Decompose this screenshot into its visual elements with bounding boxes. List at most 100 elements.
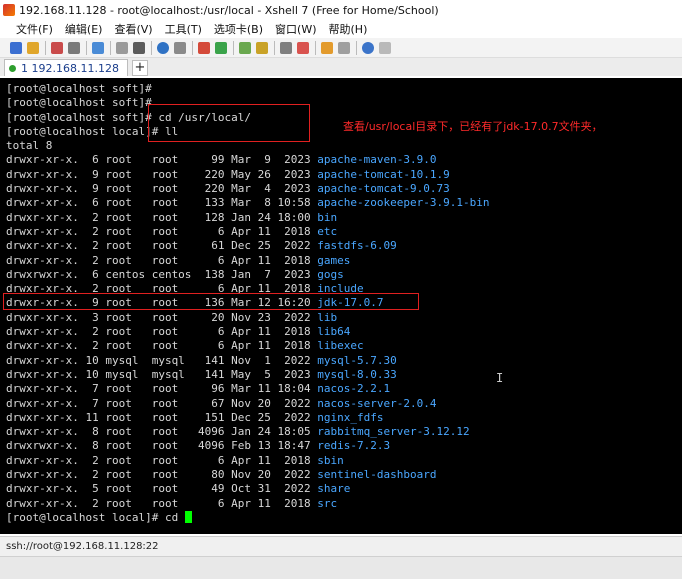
toolbar-divider xyxy=(233,40,234,55)
directory-name: mysql-5.7.30 xyxy=(317,353,397,367)
menu-file[interactable]: 文件(F) xyxy=(16,21,53,37)
color-scheme-icon[interactable] xyxy=(157,41,169,54)
final-prompt-line: [root@localhost local]# cd xyxy=(6,510,489,525)
menu-help[interactable]: 帮助(H) xyxy=(329,21,368,37)
listing-meta: drwxr-xr-x. 2 root root 6 Apr 11 2018 xyxy=(6,453,318,467)
chat-icon[interactable] xyxy=(379,41,391,54)
directory-name: rabbitmq_server-3.12.12 xyxy=(317,425,470,439)
listing-meta: drwxr-xr-x. 9 root root 220 May 26 2023 xyxy=(6,167,318,181)
listing-row: drwxr-xr-x. 2 root root 6 Apr 11 2018 sr… xyxy=(6,497,489,511)
xshell-app-icon xyxy=(3,4,15,16)
listing-meta: drwxr-xr-x. 2 root root 61 Dec 25 2022 xyxy=(6,239,318,253)
listing-meta: drwxrwxr-x. 8 root root 4096 Feb 13 18:4… xyxy=(6,439,318,453)
listing-row: drwxr-xr-x. 7 root root 96 Mar 11 18:04 … xyxy=(6,382,489,396)
xagent-icon[interactable] xyxy=(215,41,227,54)
directory-name: mysql-8.0.33 xyxy=(317,367,397,381)
reconnect-icon[interactable] xyxy=(51,41,63,54)
menu-tabs[interactable]: 选项卡(B) xyxy=(214,21,263,37)
listing-meta: drwxrwxr-x. 6 centos centos 138 Jan 7 20… xyxy=(6,267,318,281)
listing-row: drwxr-xr-x. 6 root root 99 Mar 9 2023 ap… xyxy=(6,153,489,167)
highlight-icon[interactable] xyxy=(297,41,309,54)
menu-view[interactable]: 查看(V) xyxy=(114,21,152,37)
window-icon[interactable] xyxy=(338,41,350,54)
listing-meta: drwxr-xr-x. 11 root root 151 Dec 25 2022 xyxy=(6,410,318,424)
status-bar: ssh://root@192.168.11.128:22 xyxy=(0,536,682,556)
directory-name: src xyxy=(317,496,338,510)
listing-row: drwxr-xr-x. 2 root root 80 Nov 20 2022 s… xyxy=(6,468,489,482)
directory-name: share xyxy=(317,482,351,496)
listing-meta: drwxr-xr-x. 8 root root 4096 Jan 24 18:0… xyxy=(6,425,318,439)
listing-row: drwxr-xr-x. 2 root root 61 Dec 25 2022 f… xyxy=(6,239,489,253)
tab-label: 1 192.168.11.128 xyxy=(21,61,119,75)
listing-row: drwxr-xr-x. 2 root root 6 Apr 11 2018 li… xyxy=(6,339,489,353)
directory-name: apache-tomcat-9.0.73 xyxy=(317,182,450,196)
fullscreen-icon[interactable] xyxy=(133,41,145,54)
directory-name: sbin xyxy=(317,453,344,467)
new-tab-button[interactable]: + xyxy=(131,60,148,76)
toolbar-divider xyxy=(45,40,46,55)
listing-row: drwxr-xr-x. 9 root root 220 Mar 4 2023 a… xyxy=(6,182,489,196)
listing-meta: drwxr-xr-x. 2 root root 80 Nov 20 2022 xyxy=(6,468,318,482)
directory-name: gogs xyxy=(317,267,344,281)
listing-meta: drwxr-xr-x. 2 root root 6 Apr 11 2018 xyxy=(6,224,318,238)
listing-row: drwxr-xr-x. 9 root root 220 May 26 2023 … xyxy=(6,168,489,182)
new-session-icon[interactable] xyxy=(10,41,22,54)
menu-edit[interactable]: 编辑(E) xyxy=(65,21,103,37)
listing-meta: drwxr-xr-x. 3 root root 20 Nov 23 2022 xyxy=(6,310,318,324)
script-icon[interactable] xyxy=(321,41,333,54)
toolbar-divider xyxy=(356,40,357,55)
annotation-box-jdk-row xyxy=(3,293,419,310)
menu-tools[interactable]: 工具(T) xyxy=(165,21,202,37)
listing-row: drwxr-xr-x. 2 root root 6 Apr 11 2018 ga… xyxy=(6,254,489,268)
listing-meta: drwxr-xr-x. 2 root root 6 Apr 11 2018 xyxy=(6,496,318,510)
toolbar-divider xyxy=(86,40,87,55)
open-folder-icon[interactable] xyxy=(27,41,39,54)
layout-icon[interactable] xyxy=(239,41,251,54)
help-icon[interactable] xyxy=(362,41,374,54)
toolbar-divider xyxy=(274,40,275,55)
listing-row: drwxrwxr-x. 8 root root 4096 Feb 13 18:4… xyxy=(6,439,489,453)
listing-row: drwxr-xr-x. 5 root root 49 Oct 31 2022 s… xyxy=(6,482,489,496)
toolbar xyxy=(0,38,682,58)
directory-name: lib xyxy=(317,310,338,324)
directory-name: nginx_fdfs xyxy=(317,410,384,424)
toolbar-divider xyxy=(151,40,152,55)
properties-icon[interactable] xyxy=(92,41,104,54)
listing-row: drwxr-xr-x. 11 root root 151 Dec 25 2022… xyxy=(6,411,489,425)
directory-name: games xyxy=(317,253,351,267)
disconnect-icon[interactable] xyxy=(68,41,80,54)
connected-status-icon xyxy=(9,64,16,72)
tab-bar: 1 192.168.11.128 + xyxy=(0,58,682,76)
annotation-box-command xyxy=(148,104,310,142)
directory-name: bin xyxy=(317,210,338,224)
listing-meta: drwxr-xr-x. 6 root root 99 Mar 9 2023 xyxy=(6,153,318,167)
toolbar-divider xyxy=(315,40,316,55)
listing-row: drwxr-xr-x. 2 root root 128 Jan 24 18:00… xyxy=(6,211,489,225)
listing-meta: drwxr-xr-x. 10 mysql mysql 141 Nov 1 202… xyxy=(6,353,318,367)
listing-meta: drwxr-xr-x. 2 root root 6 Apr 11 2018 xyxy=(6,325,318,339)
window-title: 192.168.11.128 - root@localhost:/usr/loc… xyxy=(19,3,439,17)
directory-name: lib64 xyxy=(317,325,351,339)
directory-name: redis-7.2.3 xyxy=(317,439,391,453)
listing-row: drwxr-xr-x. 10 mysql mysql 141 Nov 1 202… xyxy=(6,354,489,368)
listing-meta: drwxr-xr-x. 6 root root 133 Mar 8 10:58 xyxy=(6,196,318,210)
listing-meta: drwxr-xr-x. 7 root root 96 Mar 11 18:04 xyxy=(6,382,318,396)
listing-row: drwxr-xr-x. 10 mysql mysql 141 May 5 202… xyxy=(6,368,489,382)
listing-row: drwxr-xr-x. 2 root root 6 Apr 11 2018 et… xyxy=(6,225,489,239)
annotation-text: 查看/usr/local目录下，已经有了jdk-17.0.7文件夹， xyxy=(343,120,603,133)
final-prompt: [root@localhost local]# cd xyxy=(6,510,185,524)
directory-name: etc xyxy=(317,224,338,238)
listing-row: drwxr-xr-x. 2 root root 6 Apr 11 2018 sb… xyxy=(6,454,489,468)
tab-session[interactable]: 1 192.168.11.128 xyxy=(4,59,128,76)
search-icon[interactable] xyxy=(116,41,128,54)
listing-row: drwxr-xr-x. 2 root root 6 Apr 11 2018 li… xyxy=(6,325,489,339)
keyboard-icon[interactable] xyxy=(280,41,292,54)
listing-meta: drwxr-xr-x. 2 root root 128 Jan 24 18:00 xyxy=(6,210,318,224)
lock-icon[interactable] xyxy=(256,41,268,54)
terminal-cursor xyxy=(184,510,192,523)
menu-window[interactable]: 窗口(W) xyxy=(275,21,316,37)
listing-row: drwxr-xr-x. 6 root root 133 Mar 8 10:58 … xyxy=(6,196,489,210)
directory-name: fastdfs-6.09 xyxy=(317,239,397,253)
font-icon[interactable] xyxy=(174,41,186,54)
xftp-icon[interactable] xyxy=(198,41,210,54)
